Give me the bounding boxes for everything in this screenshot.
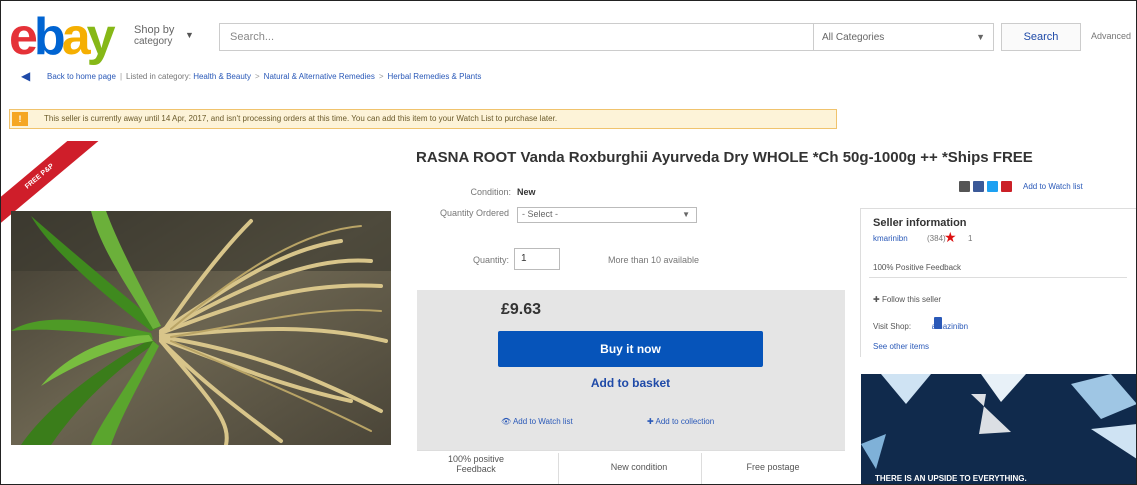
condition-label: Condition: <box>470 187 511 197</box>
quantity-ordered-select[interactable]: - Select - ▼ <box>517 207 697 223</box>
seller-info-title: Seller information <box>873 217 967 229</box>
shop-by-label: Shop by <box>134 24 175 36</box>
condition-value: New <box>517 187 536 197</box>
search-input[interactable]: Search... <box>219 23 814 51</box>
search-button[interactable]: Search <box>1001 23 1081 51</box>
advanced-search-link[interactable]: Advanced <box>1091 31 1131 41</box>
plus-icon: ✚ <box>873 295 880 304</box>
chevron-down-icon: ▼ <box>682 210 690 219</box>
divider <box>558 453 559 484</box>
twitter-share-icon[interactable] <box>987 181 998 192</box>
seller-positive-feedback: 100% Positive Feedback <box>873 263 962 272</box>
quantity-select-value: - Select - <box>522 209 559 219</box>
category-select-value: All Categories <box>822 32 885 43</box>
breadcrumb: Back to home page | Listed in category: He… <box>47 72 481 81</box>
feature-free-postage: Free postage <box>746 462 800 472</box>
breadcrumb-item-health-beauty[interactable]: Health & Beauty <box>193 72 251 81</box>
shop-by-category-button[interactable]: Shop by category <box>134 24 175 48</box>
divider <box>869 277 1127 278</box>
price: £9.63 <box>501 301 542 318</box>
chevron-down-icon: ▼ <box>976 32 985 42</box>
seller-away-notice: This seller is currently away until 14 A… <box>9 109 837 129</box>
add-to-collection-link[interactable]: ✚ Add to collection <box>647 417 714 426</box>
divider <box>701 453 702 484</box>
follow-seller-label: Follow this seller <box>881 295 942 304</box>
eye-icon: 👁 <box>501 417 512 426</box>
warning-icon: ! <box>12 112 28 126</box>
seller-info-box <box>860 208 1136 357</box>
add-to-watch-list-label: Add to Watch list <box>512 417 573 426</box>
visit-shop: Visit Shop: amazinibn <box>873 322 968 331</box>
logo-letter-y: y <box>86 8 116 66</box>
seller-feedback-score: (384) <box>927 234 946 243</box>
visit-shop-label: Visit Shop: <box>873 322 912 331</box>
see-other-items-link[interactable]: See other items <box>873 342 929 351</box>
advertisement-banner[interactable] <box>861 374 1137 485</box>
quantity-input[interactable]: 1 <box>514 248 560 270</box>
breadcrumb-separator: | <box>119 72 123 81</box>
breadcrumb-separator: > <box>255 72 260 81</box>
ebay-logo[interactable]: e b a y <box>9 8 116 66</box>
seller-name-link[interactable]: kmarinibn <box>873 234 908 243</box>
quantity-ordered-label: Quantity Ordered <box>439 208 509 218</box>
add-to-collection-label: Add to collection <box>655 417 715 426</box>
availability-text: More than 10 available <box>608 255 700 265</box>
breadcrumb-back-link[interactable]: Back to home page <box>47 72 116 81</box>
logo-letter-b: b <box>33 8 66 66</box>
follow-seller-link[interactable]: ✚ Follow this seller <box>873 295 941 304</box>
shop-icon <box>934 317 942 329</box>
logo-letter-a: a <box>61 8 91 66</box>
facebook-share-icon[interactable] <box>973 181 984 192</box>
listing-title: RASNA ROOT Vanda Roxburghii Ayurveda Dry… <box>416 149 1033 166</box>
share-icons <box>959 181 1012 192</box>
buy-box <box>417 290 845 450</box>
browser-page: e b a y Shop by category ▼ Search... All… <box>0 0 1137 485</box>
category-select[interactable]: All Categories ▼ <box>814 23 994 51</box>
back-arrow-icon[interactable]: ◀ <box>21 69 30 83</box>
add-to-watch-list-top-link[interactable]: Add to Watch list <box>1023 182 1083 191</box>
plus-icon: ✚ <box>647 417 654 426</box>
logo-letter-e: e <box>9 8 38 66</box>
breadcrumb-separator: > <box>378 72 384 81</box>
add-to-basket-button[interactable]: Add to basket <box>498 376 763 390</box>
star-icon: ★ <box>944 229 957 245</box>
quantity-label: Quantity: <box>472 255 509 265</box>
breadcrumb-listed-in: Listed in category: <box>126 72 191 81</box>
breadcrumb-item-natural-remedies[interactable]: Natural & Alternative Remedies <box>264 72 375 81</box>
buy-it-now-button[interactable]: Buy it now <box>498 331 763 367</box>
seller-star-count: 1 <box>968 234 973 243</box>
ad-tagline: THERE IS AN UPSIDE TO EVERYTHING. <box>875 474 1027 483</box>
shop-by-category-label: category <box>134 36 173 47</box>
feature-new-condition: New condition <box>610 462 668 472</box>
chevron-down-icon[interactable]: ▼ <box>185 30 194 40</box>
email-share-icon[interactable] <box>959 181 970 192</box>
feature-positive-feedback: 100% positive Feedback <box>447 454 505 474</box>
product-image[interactable] <box>11 211 391 445</box>
breadcrumb-item-herbal-remedies[interactable]: Herbal Remedies & Plants <box>388 72 482 81</box>
pinterest-share-icon[interactable] <box>1001 181 1012 192</box>
add-to-watch-list-link[interactable]: 👁 Add to Watch list <box>501 417 573 426</box>
